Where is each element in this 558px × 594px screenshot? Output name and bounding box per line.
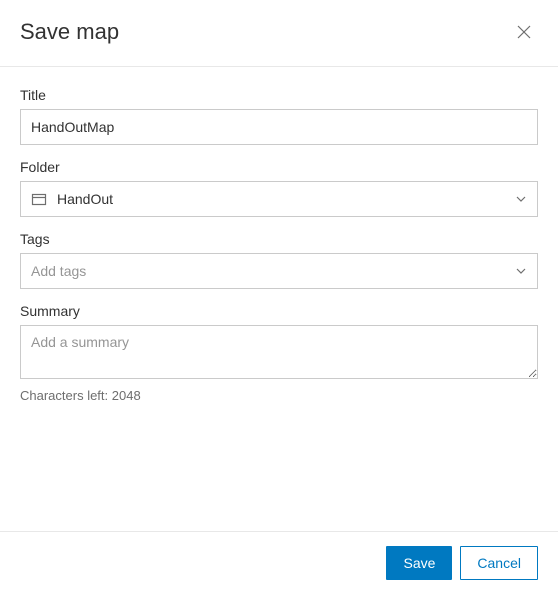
- tags-field: Tags Add tags: [20, 231, 538, 289]
- dialog-title: Save map: [20, 19, 119, 45]
- folder-label: Folder: [20, 159, 538, 175]
- title-label: Title: [20, 87, 538, 103]
- title-input[interactable]: [20, 109, 538, 145]
- dialog-footer: Save Cancel: [0, 531, 558, 594]
- summary-field: Summary Characters left: 2048: [20, 303, 538, 403]
- folder-icon: [31, 191, 47, 207]
- summary-label: Summary: [20, 303, 538, 319]
- folder-select[interactable]: HandOut: [20, 181, 538, 217]
- summary-textarea[interactable]: [20, 325, 538, 379]
- tags-select[interactable]: Add tags: [20, 253, 538, 289]
- folder-field: Folder HandOut: [20, 159, 538, 217]
- chevron-down-icon: [515, 265, 527, 277]
- title-field: Title: [20, 87, 538, 145]
- close-button[interactable]: [510, 18, 538, 46]
- close-icon: [516, 24, 532, 40]
- cancel-button[interactable]: Cancel: [460, 546, 538, 580]
- dialog-header: Save map: [0, 0, 558, 67]
- dialog-body: Title Folder HandOut Tags Add tags Summa…: [0, 67, 558, 531]
- tags-placeholder: Add tags: [31, 263, 505, 279]
- chevron-down-icon: [515, 193, 527, 205]
- summary-char-count: Characters left: 2048: [20, 388, 538, 403]
- folder-value: HandOut: [57, 191, 505, 207]
- tags-label: Tags: [20, 231, 538, 247]
- save-button[interactable]: Save: [386, 546, 452, 580]
